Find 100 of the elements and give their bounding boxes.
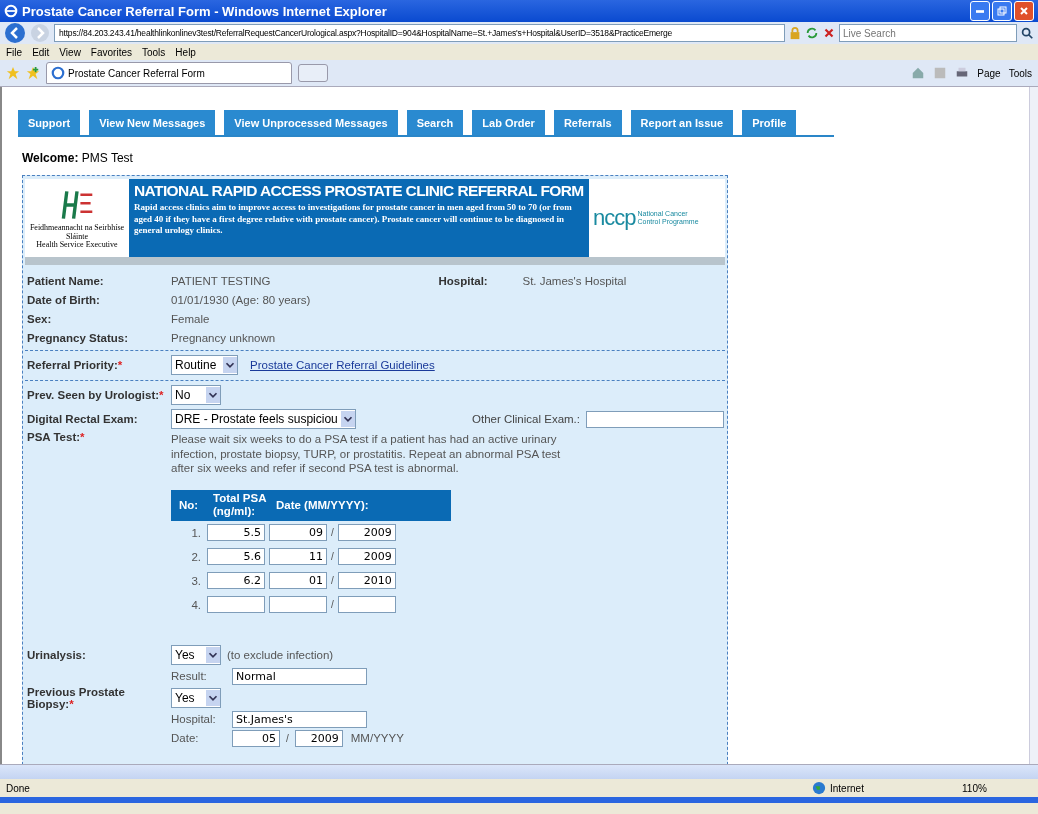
dropdown[interactable]: No xyxy=(171,385,221,405)
menu-item[interactable]: Edit xyxy=(32,46,50,58)
nav-tab[interactable]: Support xyxy=(18,110,81,135)
guidelines-link[interactable]: Prostate Cancer Referral Guidelines xyxy=(250,359,435,371)
month-field[interactable]: 11 xyxy=(269,548,327,565)
add-favorite-icon[interactable] xyxy=(26,66,40,80)
psa-note: Please wait six weeks to do a PSA test if a patient has had an active urinary infection, prostate biopsy, TURP, or prostatitis. Repeat an abnormal PSA test after six weeks and refer if second PSA test is abnormal. xyxy=(171,432,561,476)
date-separator: / xyxy=(331,551,334,562)
dropdown[interactable]: DRE - Prostate feels suspiciou xyxy=(171,409,356,429)
zoom-button[interactable]: 110% xyxy=(962,782,1032,794)
other-exam-field[interactable] xyxy=(586,410,724,428)
address-field[interactable]: https://84.203.243.41/healthlinkonlinev3test/ReferralRequestCancerUrological.aspx?HospitalID=904&HospitalName=St.+James's+Hospital&UserID=3518&PracticeEmerge xyxy=(54,24,785,42)
row-number: 1. xyxy=(190,526,201,539)
globe-icon xyxy=(812,781,826,795)
field-label: Sex: xyxy=(26,312,53,325)
banner-text: Rapid access clinics aim to improve access to investigations for prostate cancer in men aged from 50 to 70 (or from aged 40 if they have a first degree relative with prostate cancer). Prostate cancer will continue to be diagnosed in general urology clinics. xyxy=(134,202,573,238)
nav-tab[interactable]: View Unprocessed Messages xyxy=(224,110,398,135)
field-label: Prev. Seen by Urologist:* xyxy=(26,389,165,401)
menu-item[interactable]: View xyxy=(59,46,81,58)
browser-tab[interactable]: Prostate Cancer Referral Form xyxy=(46,62,292,84)
row-number: 3. xyxy=(190,574,201,587)
field-label: Date: xyxy=(171,732,200,744)
refresh-icon[interactable] xyxy=(805,26,819,40)
field-value: Pregnancy unknown xyxy=(171,331,276,344)
psa-field[interactable]: 5.6 xyxy=(207,548,265,565)
hint-text: (to exclude infection) xyxy=(227,648,334,661)
year-field[interactable] xyxy=(337,596,396,613)
dropdown[interactable]: Yes xyxy=(171,687,221,708)
command-button[interactable]: Page xyxy=(977,67,1001,79)
hospital-field[interactable]: St.James's xyxy=(232,710,367,728)
row-number: 4. xyxy=(190,598,201,611)
menu-item[interactable]: File xyxy=(6,46,23,58)
dropdown[interactable]: Routine xyxy=(171,355,238,375)
field-label: Hospital: xyxy=(437,274,489,287)
window-title: Prostate Cancer Referral Form - Windows Internet Explorer xyxy=(22,3,388,19)
field-label: Referral Priority:* xyxy=(26,359,124,371)
year-field[interactable]: 2009 xyxy=(337,548,396,565)
back-button[interactable] xyxy=(4,22,26,44)
close-icon xyxy=(1019,6,1029,16)
date-separator: / xyxy=(331,599,334,610)
field-label: Date of Birth: xyxy=(26,293,101,306)
command-button[interactable]: Tools xyxy=(1008,67,1032,79)
restore-icon xyxy=(997,6,1007,16)
year-field[interactable]: 2010 xyxy=(337,572,396,589)
horizontal-scrollbar[interactable] xyxy=(0,764,1038,779)
banner-title: NATIONAL RAPID ACCESS PROSTATE CLINIC REFERRAL FORM xyxy=(134,182,584,200)
year-field[interactable]: 2009 xyxy=(337,524,396,541)
browser-logo-icon xyxy=(4,4,18,18)
field-label: Digital Rectal Exam: xyxy=(26,413,139,425)
partner-logo: nccp xyxy=(593,205,636,231)
field-label: Other Clinical Exam.: xyxy=(472,413,580,425)
psa-field[interactable]: 6.2 xyxy=(207,572,265,589)
field-value: St. James's Hospital xyxy=(522,274,627,287)
search-field[interactable]: Live Search xyxy=(839,24,1017,42)
field-value: Female xyxy=(171,312,210,325)
year-field[interactable]: 2009 xyxy=(294,729,343,747)
home-icon[interactable] xyxy=(911,66,926,80)
nav-tab[interactable]: Report an Issue xyxy=(630,110,734,135)
nav-tab[interactable]: Referrals xyxy=(553,110,622,135)
date-separator: / xyxy=(331,527,334,538)
close-button[interactable] xyxy=(1014,1,1034,21)
date-separator: / xyxy=(286,732,289,744)
month-field[interactable] xyxy=(269,596,327,613)
lock-icon xyxy=(788,26,802,40)
star-icon[interactable] xyxy=(6,66,20,80)
search-icon[interactable] xyxy=(1020,26,1034,40)
restore-button[interactable] xyxy=(992,1,1012,21)
hint-text: MM/YYYY xyxy=(350,732,404,744)
menu-item[interactable]: Help xyxy=(175,46,196,58)
minimize-icon xyxy=(976,9,984,13)
menu-item[interactable]: Tools xyxy=(142,46,166,58)
stop-icon[interactable] xyxy=(822,26,836,40)
date-separator: / xyxy=(331,575,334,586)
nav-tab[interactable]: Profile xyxy=(742,110,797,135)
month-field[interactable]: 01 xyxy=(269,572,327,589)
logo-caption: Feidhmeannacht na Seirbhíse Sláinte Health Service Executive xyxy=(28,223,126,251)
result-field[interactable]: Normal xyxy=(232,667,367,685)
zone-indicator: Internet xyxy=(812,781,962,795)
psa-field[interactable] xyxy=(207,596,265,613)
nav-tab[interactable]: Lab Order xyxy=(472,110,545,135)
menu-item[interactable]: Favorites xyxy=(90,46,132,58)
field-label: Urinalysis: xyxy=(26,648,87,661)
nav-tab[interactable]: Search xyxy=(406,110,464,135)
field-value: PATIENT TESTING xyxy=(171,274,271,287)
field-label: Pregnancy Status: xyxy=(26,331,129,344)
minimize-button[interactable] xyxy=(970,1,990,21)
printer-icon[interactable] xyxy=(955,66,970,80)
new-tab-button[interactable] xyxy=(298,64,328,82)
field-label: Hospital: xyxy=(171,713,217,725)
page-icon xyxy=(51,66,65,80)
field-label: Patient Name: xyxy=(26,274,105,287)
month-field[interactable]: 05 xyxy=(232,729,280,747)
vertical-scrollbar[interactable] xyxy=(1029,87,1038,764)
dropdown[interactable]: Yes xyxy=(171,644,221,665)
status-text: Done xyxy=(6,782,31,794)
psa-field[interactable]: 5.5 xyxy=(207,524,265,541)
nav-tab[interactable]: View New Messages xyxy=(89,110,216,135)
welcome-text: Welcome: PMS Test xyxy=(22,151,134,165)
field-value: 01/01/1930 (Age: 80 years) xyxy=(171,293,311,306)
month-field[interactable]: 09 xyxy=(269,524,327,541)
